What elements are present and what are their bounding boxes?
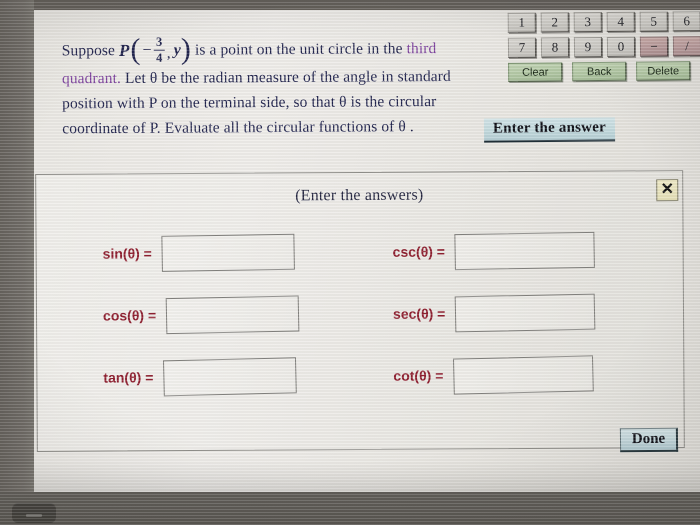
delete-button[interactable]: Delete (636, 61, 691, 81)
tan-input[interactable] (162, 357, 297, 397)
close-paren: ) (180, 32, 192, 66)
answer-cell-sin: sin(θ) = (37, 233, 373, 272)
cot-label: cot(θ) = (393, 367, 444, 384)
problem-line-2: quadrant. Let θ be the radian measure of… (62, 64, 494, 92)
problem-line1-middle: is a point on the unit circle in the (190, 40, 407, 59)
fraction-numerator: 3 (155, 34, 163, 49)
answer-row-tan-cot: tan(θ) = cot(θ) = (37, 343, 685, 409)
problem-line-1: Suppose P(−3 4, y) is a point on the unit … (61, 32, 494, 67)
point-variable: P (118, 40, 130, 60)
key-7[interactable]: 7 (507, 37, 537, 58)
answer-cell-sec: sec(θ) = (373, 293, 685, 333)
sin-label: sin(θ) = (102, 245, 152, 262)
answer-cell-tan: tan(θ) = (37, 357, 373, 397)
problem-line1-prefix: Suppose (61, 42, 120, 60)
problem-line-4: coordinate of P. Evaluate all the circul… (62, 118, 414, 138)
screen-bezel-top (0, 0, 700, 10)
problem-line2-rest: Let θ be the radian measure of the angle… (120, 67, 451, 87)
back-button[interactable]: Back (572, 61, 627, 82)
calculator-keypad: 1 2 3 4 5 6 7 8 9 0 − / Clear Back Delet… (507, 11, 700, 87)
answer-panel: (Enter the answers) ✕ sin(θ) = csc(θ) = … (35, 170, 685, 452)
sin-input[interactable] (161, 233, 296, 272)
key-9[interactable]: 9 (573, 37, 603, 58)
tan-label: tan(θ) = (103, 369, 154, 386)
point-expression: P(−3 4, y) (118, 32, 192, 67)
csc-input[interactable] (454, 231, 596, 271)
sec-label: sec(θ) = (392, 305, 446, 322)
answer-cell-cot: cot(θ) = (373, 355, 685, 395)
key-divide[interactable]: / (672, 36, 700, 57)
answer-grid: sin(θ) = csc(θ) = cos(θ) = sec(θ) = tan(… (36, 219, 685, 409)
negative-sign: − (142, 41, 152, 59)
keypad-action-row: Clear Back Delete (508, 61, 700, 82)
sec-input[interactable] (454, 293, 596, 333)
key-5[interactable]: 5 (639, 11, 668, 32)
clear-button[interactable]: Clear (508, 62, 563, 82)
enter-the-answer-banner: Enter the answer (483, 117, 616, 143)
answer-row-sin-csc: sin(θ) = csc(θ) = (36, 219, 684, 285)
cos-input[interactable] (165, 295, 300, 335)
fraction-denominator: 4 (156, 50, 163, 65)
key-minus[interactable]: − (639, 36, 669, 57)
key-4[interactable]: 4 (606, 11, 635, 32)
cos-label: cos(θ) = (102, 307, 157, 324)
screen-bezel-left (0, 0, 34, 492)
key-2[interactable]: 2 (540, 12, 569, 33)
panel-title: (Enter the answers) (295, 186, 424, 205)
keypad-row-2: 7 8 9 0 − / (507, 36, 700, 58)
problem-statement: Suppose P(−3 4, y) is a point on the unit … (61, 32, 495, 142)
fraction-three-fourths: 34 (153, 34, 165, 65)
cot-input[interactable] (452, 355, 594, 395)
key-6[interactable]: 6 (672, 11, 700, 32)
coordinate-comma: , (166, 44, 171, 62)
open-paren: ( (130, 33, 141, 67)
close-icon[interactable]: ✕ (656, 179, 679, 202)
answer-cell-csc: csc(θ) = (373, 231, 685, 271)
problem-highlight-quadrant: quadrant. (61, 69, 122, 88)
screen-photo: Suppose P(−3 4, y) is a point on the unit … (0, 0, 700, 525)
key-0[interactable]: 0 (606, 36, 636, 57)
answer-cell-cos: cos(θ) = (37, 295, 373, 335)
problem-highlight-third: third (406, 40, 437, 58)
keypad-row-1: 1 2 3 4 5 6 (507, 11, 700, 33)
key-1[interactable]: 1 (507, 12, 536, 33)
done-button[interactable]: Done (619, 427, 679, 453)
screen-bezel-bottom (0, 492, 700, 525)
answer-row-cos-sec: cos(θ) = sec(θ) = (37, 281, 685, 347)
csc-label: csc(θ) = (392, 243, 446, 260)
taskbar-partial-icon (12, 503, 56, 523)
key-3[interactable]: 3 (573, 12, 602, 33)
problem-line-3: position with P on the terminal side, so… (62, 93, 437, 113)
key-8[interactable]: 8 (540, 37, 570, 58)
